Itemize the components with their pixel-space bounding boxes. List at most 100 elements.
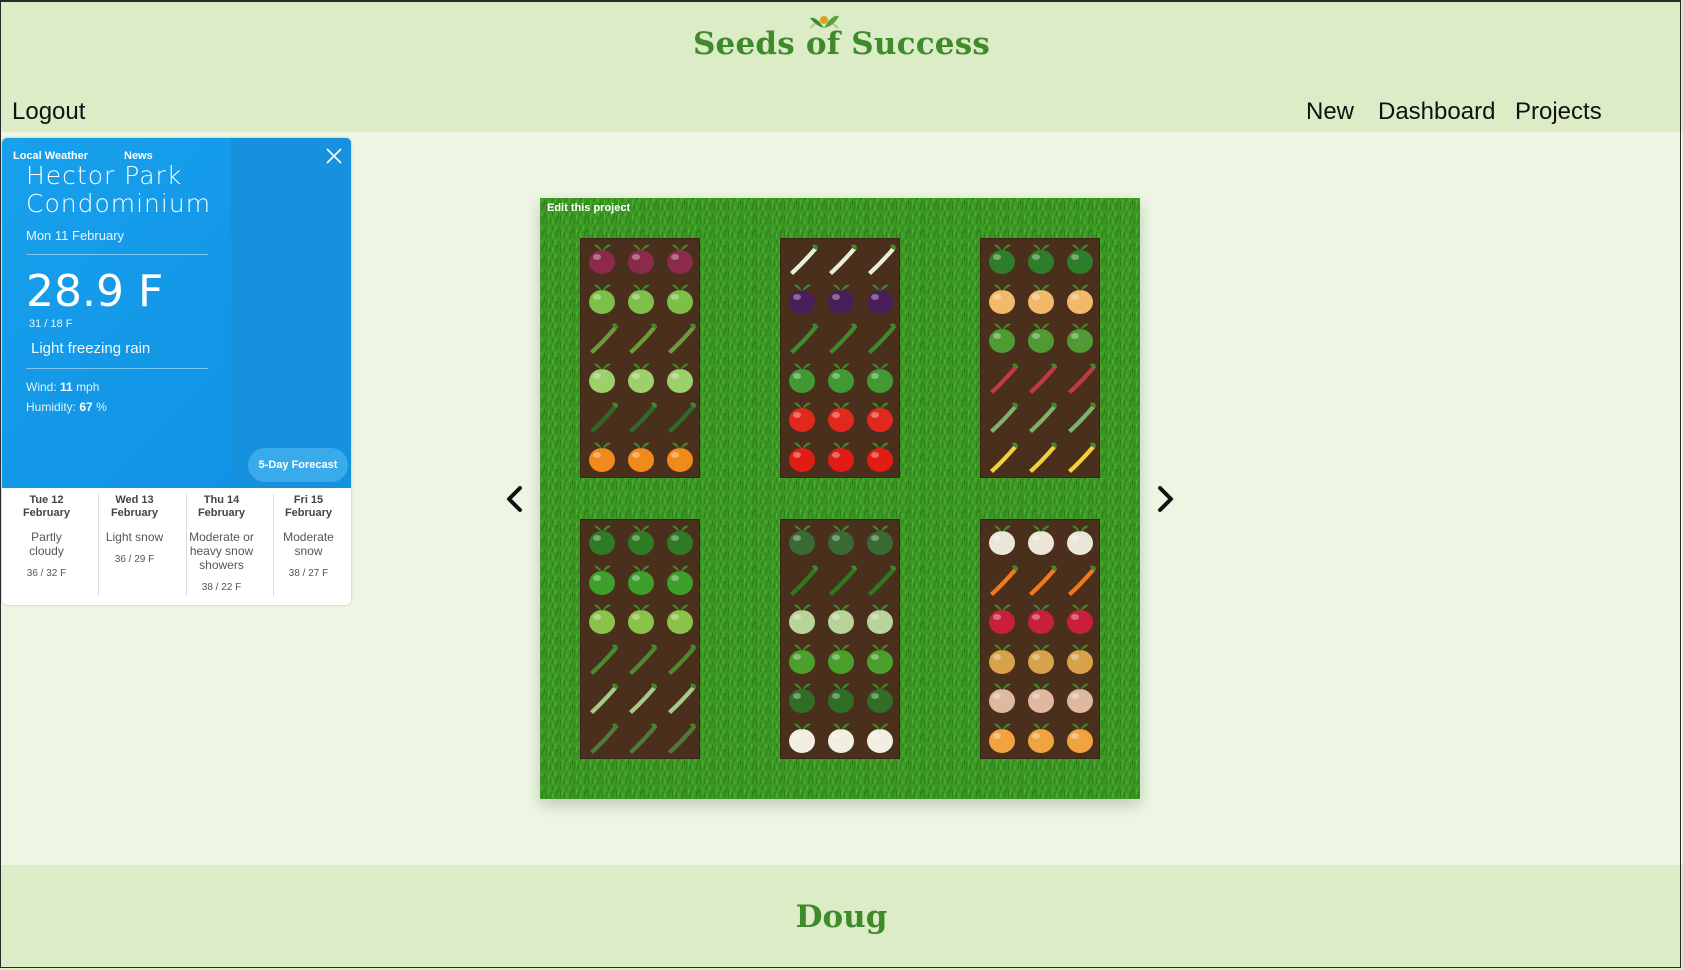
site-header: Seeds of Success Logout New Dashboard Pr… xyxy=(0,0,1683,132)
forecast-day: Thu 14 February Moderate or heavy snow sh… xyxy=(178,490,265,593)
forecast-day-name: Tue 12 xyxy=(29,494,64,506)
savoy-cabbage-icon xyxy=(861,600,899,638)
leek-icon xyxy=(822,240,860,278)
pumpkin-icon xyxy=(583,438,621,476)
site-footer: Doug xyxy=(0,865,1683,970)
garden-bed xyxy=(980,238,1100,478)
pea-icon xyxy=(861,359,899,397)
cucumber-icon xyxy=(861,561,899,599)
beet-icon xyxy=(661,240,699,278)
wind-value: 11 xyxy=(60,380,73,394)
cauliflower-icon xyxy=(783,719,821,757)
forecast-day-name: Wed 13 xyxy=(115,494,154,506)
cantaloupe-icon xyxy=(1022,280,1060,318)
site-logo[interactable]: Seeds of Success xyxy=(0,26,1683,62)
basil-icon xyxy=(622,561,660,599)
forecast-day: Tue 12 February Partly cloudy 36 / 32 F xyxy=(3,490,90,579)
rosemary-icon xyxy=(661,719,699,757)
garden-bed xyxy=(780,519,900,759)
carrot-icon xyxy=(1022,561,1060,599)
potato-icon xyxy=(983,640,1021,678)
eggplant-icon xyxy=(822,280,860,318)
bell-pepper-icon xyxy=(783,438,821,476)
asparagus-icon xyxy=(661,319,699,357)
forecast-day-name: Fri 15 xyxy=(293,494,324,506)
forecast-condition: Moderate snow xyxy=(283,530,334,558)
chard-icon xyxy=(983,398,1021,436)
temperature-range: 31 / 18 F xyxy=(29,318,73,330)
broccoli-icon xyxy=(861,679,899,717)
beet-icon xyxy=(622,240,660,278)
weather-divider xyxy=(26,368,208,369)
close-icon[interactable] xyxy=(324,146,344,166)
weather-side-panel xyxy=(231,138,351,488)
zucchini-icon xyxy=(661,398,699,436)
edit-project-link[interactable]: Edit this project xyxy=(547,202,630,214)
current-temperature: 28.9 F xyxy=(26,266,164,317)
potato-icon xyxy=(1022,640,1060,678)
spinach-icon xyxy=(583,521,621,559)
okra-icon xyxy=(822,319,860,357)
garlic-icon xyxy=(983,521,1021,559)
cabbage-icon xyxy=(661,359,699,397)
forecast-range: 36 / 29 F xyxy=(114,554,155,565)
carrot-icon xyxy=(1061,561,1099,599)
logout-link[interactable]: Logout xyxy=(12,98,85,126)
new-link[interactable]: New xyxy=(1306,98,1354,126)
asparagus-icon xyxy=(583,319,621,357)
arugula-icon xyxy=(783,640,821,678)
asparagus-icon xyxy=(622,319,660,357)
humidity-value: 67 xyxy=(79,400,93,414)
forecast-day: Wed 13 February Light snow 36 / 29 F xyxy=(91,490,178,565)
bok-choy-icon xyxy=(583,280,621,318)
forecast-condition: Light snow xyxy=(105,530,164,544)
forecast-condition: Moderate or heavy snow showers xyxy=(189,530,254,572)
rhubarb-icon xyxy=(1061,359,1099,397)
weather-date: Mon 11 February xyxy=(26,228,125,243)
okra-icon xyxy=(783,319,821,357)
onion-icon xyxy=(983,719,1021,757)
wind-unit: mph xyxy=(76,380,100,394)
ginger-icon xyxy=(1061,679,1099,717)
five-day-forecast-button[interactable]: 5-Day Forecast xyxy=(248,448,348,482)
zucchini-icon xyxy=(583,398,621,436)
weather-widget: Local Weather News Hector Park Condomini… xyxy=(2,138,351,605)
humidity-info: Humidity: 67 % xyxy=(26,400,107,414)
projects-link[interactable]: Projects xyxy=(1515,98,1602,126)
rhubarb-icon xyxy=(983,359,1021,397)
next-arrow-icon[interactable] xyxy=(1152,483,1178,515)
leek-icon xyxy=(861,240,899,278)
kale-icon xyxy=(861,521,899,559)
user-name: Doug xyxy=(795,899,888,935)
rhubarb-icon xyxy=(1022,359,1060,397)
savoy-cabbage-icon xyxy=(822,600,860,638)
watermelon-icon xyxy=(983,240,1021,278)
lettuce-icon xyxy=(1061,319,1099,357)
forecast-day-month: February xyxy=(197,507,246,519)
chard-icon xyxy=(1022,398,1060,436)
garden-bed xyxy=(980,519,1100,759)
rosemary-icon xyxy=(622,719,660,757)
fennel-icon xyxy=(583,679,621,717)
bell-pepper-icon xyxy=(861,438,899,476)
ginger-icon xyxy=(1022,679,1060,717)
cucumber-icon xyxy=(783,561,821,599)
radish-icon xyxy=(983,600,1021,638)
previous-arrow-icon[interactable] xyxy=(502,483,528,515)
ginger-icon xyxy=(983,679,1021,717)
bell-pepper-icon xyxy=(822,438,860,476)
dashboard-link[interactable]: Dashboard xyxy=(1378,98,1495,126)
garden-bed xyxy=(580,519,700,759)
leek-icon xyxy=(783,240,821,278)
zucchini-icon xyxy=(622,398,660,436)
broccoli-icon xyxy=(783,679,821,717)
potato-icon xyxy=(1061,640,1099,678)
forecast-day-month: February xyxy=(22,507,71,519)
leaf-lettuce-icon xyxy=(583,600,621,638)
cauliflower-icon xyxy=(861,719,899,757)
forecast-day-month: February xyxy=(284,507,333,519)
garden-project-preview[interactable]: Edit this project xyxy=(540,198,1140,799)
garden-bed xyxy=(580,238,700,478)
okra-icon xyxy=(861,319,899,357)
onion-icon xyxy=(1061,719,1099,757)
